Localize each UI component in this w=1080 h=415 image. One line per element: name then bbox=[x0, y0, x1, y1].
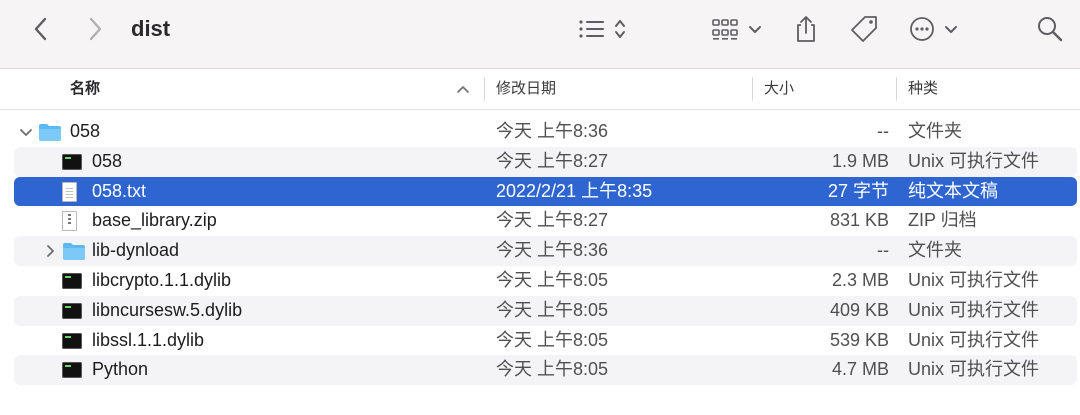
file-size: 409 KB bbox=[829, 299, 889, 320]
window-title: dist bbox=[131, 16, 171, 41]
list-view-icon bbox=[579, 20, 625, 38]
executable-icon bbox=[62, 360, 82, 380]
list-item-selected[interactable]: 058.txt 2022/2/21 上午8:35 27 字节 纯文本文稿 bbox=[14, 176, 1077, 207]
list-item[interactable]: Python 今天 上午8:05 4.7 MB Unix 可执行文件 bbox=[14, 355, 1077, 386]
file-date: 今天 上午8:05 bbox=[496, 329, 609, 350]
file-size: 1.9 MB bbox=[831, 150, 889, 171]
file-date: 今天 上午8:05 bbox=[496, 359, 609, 380]
sort-ascending-icon[interactable] bbox=[455, 82, 471, 96]
back-button[interactable] bbox=[26, 0, 56, 58]
file-size: -- bbox=[877, 240, 889, 261]
list-item[interactable]: libncursesw.5.dylib 今天 上午8:05 409 KB Uni… bbox=[14, 295, 1077, 326]
column-kind-header[interactable]: 种类 bbox=[908, 69, 938, 109]
list-item[interactable]: lib-dynload 今天 上午8:36 -- 文件夹 bbox=[14, 236, 1077, 266]
text-file-icon bbox=[62, 181, 77, 202]
tag-icon bbox=[851, 16, 877, 42]
share-button[interactable] bbox=[790, 0, 822, 58]
folder-icon bbox=[62, 241, 86, 261]
file-kind: Unix 可执行文件 bbox=[908, 329, 1040, 350]
file-date: 今天 上午8:27 bbox=[496, 210, 609, 231]
file-list: 058 今天 上午8:36 -- 文件夹 058 今天 上午8:27 1.9 M… bbox=[0, 110, 1080, 415]
toolbar: dist bbox=[0, 0, 1080, 69]
file-size: 539 KB bbox=[829, 329, 889, 350]
file-date: 今天 上午8:05 bbox=[496, 299, 609, 320]
column-divider[interactable] bbox=[484, 77, 485, 101]
file-name: base_library.zip bbox=[92, 210, 217, 231]
column-divider[interactable] bbox=[896, 77, 897, 101]
file-size: 831 KB bbox=[829, 210, 889, 231]
column-name-header[interactable]: 名称 bbox=[70, 69, 100, 109]
list-item[interactable]: 058 今天 上午8:27 1.9 MB Unix 可执行文件 bbox=[14, 146, 1077, 177]
file-name: lib-dynload bbox=[92, 240, 180, 261]
grid-view-icon bbox=[712, 19, 761, 40]
file-kind: Unix 可执行文件 bbox=[908, 269, 1040, 290]
executable-icon bbox=[62, 331, 82, 351]
list-item[interactable]: 058 今天 上午8:36 -- 文件夹 bbox=[14, 117, 1077, 147]
group-by-button[interactable] bbox=[708, 0, 768, 58]
tag-button[interactable] bbox=[846, 0, 882, 58]
chevron-right-icon bbox=[89, 17, 102, 41]
file-size: 27 字节 bbox=[827, 180, 889, 201]
file-kind: 纯文本文稿 bbox=[908, 180, 998, 201]
column-header: 名称 修改日期 大小 种类 bbox=[0, 69, 1080, 110]
ellipsis-circle-icon bbox=[910, 17, 957, 41]
file-kind: Unix 可执行文件 bbox=[908, 150, 1040, 171]
file-name: libcrypto.1.1.dylib bbox=[92, 269, 232, 290]
executable-icon bbox=[62, 271, 82, 291]
file-kind: Unix 可执行文件 bbox=[908, 359, 1040, 380]
view-mode-list-button[interactable] bbox=[575, 0, 633, 58]
file-name: 058 bbox=[70, 121, 101, 141]
empty-row bbox=[14, 385, 1077, 415]
file-size: 2.3 MB bbox=[831, 269, 889, 290]
zip-file-icon bbox=[62, 211, 77, 232]
file-name: Python bbox=[92, 359, 149, 380]
forward-button[interactable] bbox=[80, 0, 110, 58]
file-name: 058 bbox=[92, 150, 123, 171]
file-date: 2022/2/21 上午8:35 bbox=[496, 180, 653, 201]
executable-icon bbox=[62, 152, 82, 172]
column-date-header[interactable]: 修改日期 bbox=[496, 69, 556, 109]
magnifying-glass-icon bbox=[1038, 17, 1063, 42]
file-name: 058.txt bbox=[92, 180, 147, 201]
list-item[interactable]: libssl.1.1.dylib 今天 上午8:05 539 KB Unix 可… bbox=[14, 326, 1077, 356]
file-date: 今天 上午8:36 bbox=[496, 121, 609, 141]
file-date: 今天 上午8:27 bbox=[496, 150, 609, 171]
file-kind: 文件夹 bbox=[908, 240, 962, 261]
file-size: 4.7 MB bbox=[831, 359, 889, 380]
file-size: -- bbox=[877, 121, 889, 141]
finder-window: dist 名称 修改日期 大小 种类 058 今天 上午8:36 -- 文件夹 … bbox=[0, 0, 1080, 413]
list-item[interactable]: base_library.zip 今天 上午8:27 831 KB ZIP 归档 bbox=[14, 206, 1077, 236]
more-actions-button[interactable] bbox=[908, 0, 964, 58]
file-name: libncursesw.5.dylib bbox=[92, 299, 243, 320]
share-icon bbox=[797, 16, 815, 42]
file-date: 今天 上午8:05 bbox=[496, 269, 609, 290]
column-size-header[interactable]: 大小 bbox=[764, 69, 794, 109]
folder-icon bbox=[38, 122, 62, 142]
file-date: 今天 上午8:36 bbox=[496, 240, 609, 261]
file-kind: ZIP 归档 bbox=[908, 210, 977, 231]
column-divider[interactable] bbox=[752, 77, 753, 101]
list-item[interactable]: libcrypto.1.1.dylib 今天 上午8:05 2.3 MB Uni… bbox=[14, 266, 1077, 296]
chevron-left-icon bbox=[34, 17, 47, 41]
search-button[interactable] bbox=[1034, 0, 1066, 58]
executable-icon bbox=[62, 301, 82, 321]
chevron-right-icon[interactable] bbox=[42, 236, 58, 266]
file-kind: 文件夹 bbox=[908, 121, 962, 141]
file-kind: Unix 可执行文件 bbox=[908, 299, 1040, 320]
file-name: libssl.1.1.dylib bbox=[92, 329, 205, 350]
chevron-down-icon[interactable] bbox=[18, 117, 34, 147]
